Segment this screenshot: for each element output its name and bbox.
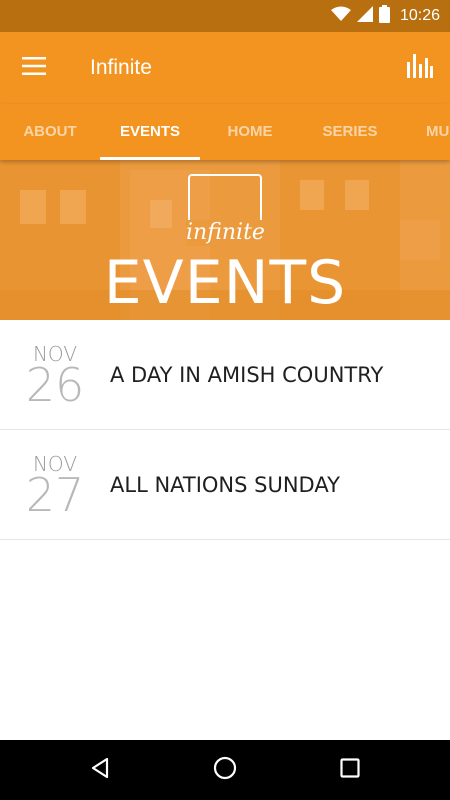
tab-series[interactable]: SERIES [300,104,400,160]
cell-signal-icon [356,5,373,27]
bar-chart-icon [407,53,433,83]
status-time: 10:26 [399,7,440,24]
tab-bar: ABOUT EVENTS HOME SERIES MU [0,104,450,160]
menu-button[interactable] [14,48,54,88]
app-title: Infinite [90,56,152,79]
event-row[interactable]: NOV 26 A DAY IN AMISH COUNTRY [0,320,450,430]
banner-title: EVENTS [103,248,347,318]
recents-icon [340,757,360,783]
home-icon [213,756,237,785]
event-day: 26 [25,358,85,412]
status-icons: 10:26 [330,0,440,32]
event-title: ALL NATIONS SUNDAY [110,473,340,497]
app-bar: Infinite [0,32,450,104]
tab-about[interactable]: ABOUT [0,104,100,160]
tab-music[interactable]: MU [400,104,450,160]
event-day: 27 [25,468,85,522]
battery-icon [378,4,390,28]
back-button[interactable] [76,750,124,790]
tab-events[interactable]: EVENTS [100,104,200,160]
back-icon [89,757,111,784]
status-bar: 10:26 [0,0,450,32]
app-screen: 10:26 Infinite ABOUT EVENTS HOME SERIES … [0,0,450,800]
recents-button[interactable] [326,750,374,790]
home-button[interactable] [201,750,249,790]
event-list: NOV 26 A DAY IN AMISH COUNTRY NOV 27 ALL… [0,320,450,540]
event-title: A DAY IN AMISH COUNTRY [110,363,384,387]
hamburger-menu-icon [22,56,46,80]
events-banner: infinite EVENTS [0,160,450,320]
tab-indicator [100,157,200,160]
tab-home[interactable]: HOME [200,104,300,160]
stats-button[interactable] [400,48,440,88]
event-row[interactable]: NOV 27 ALL NATIONS SUNDAY [0,430,450,540]
wifi-icon [330,6,351,27]
infinite-logo-text: infinite [186,220,265,246]
system-nav-bar [0,740,450,800]
